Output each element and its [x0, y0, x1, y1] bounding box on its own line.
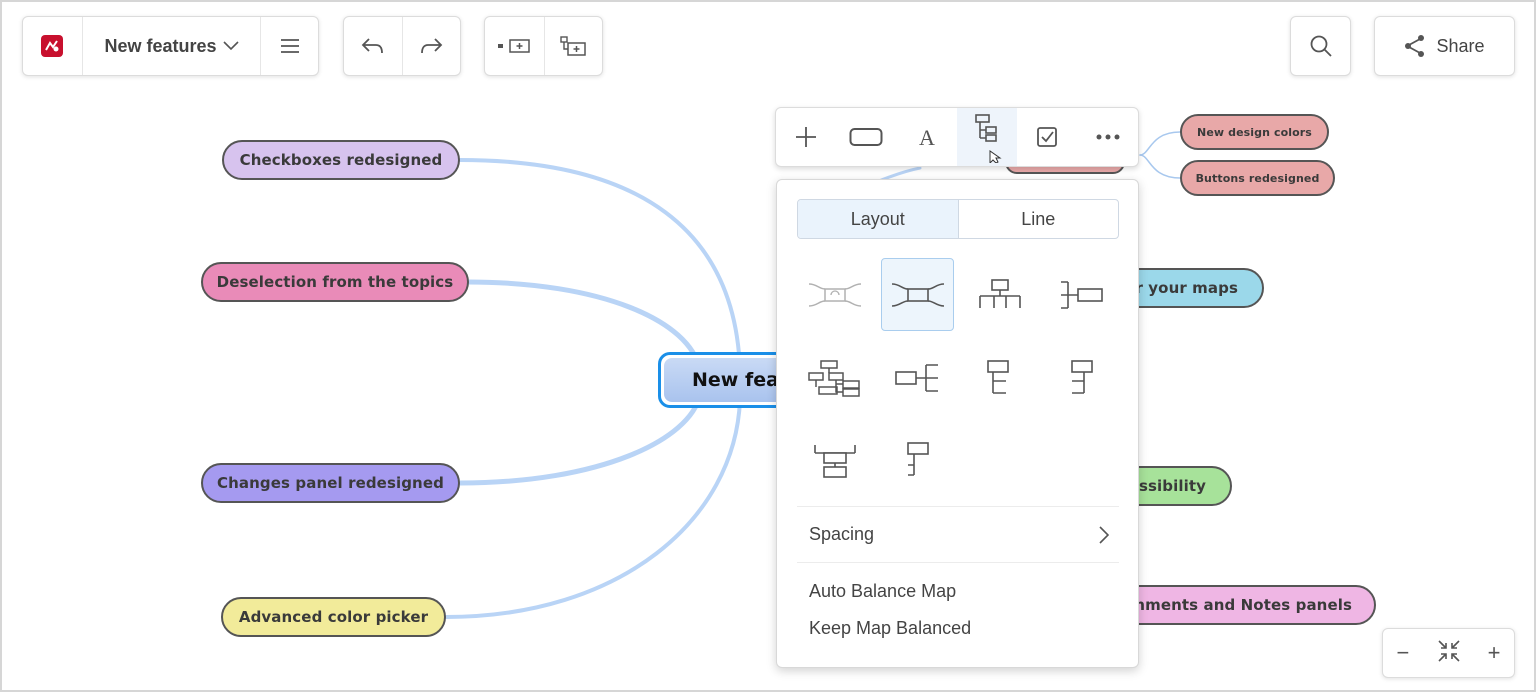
topic-shape-button[interactable]	[836, 108, 896, 166]
app-logo[interactable]	[23, 17, 83, 75]
document-title-dropdown[interactable]: New features	[83, 17, 262, 75]
hamburger-menu-icon	[280, 39, 299, 53]
svg-text:A: A	[919, 126, 935, 148]
add-subtopic-icon	[560, 36, 586, 56]
more-icon	[1096, 134, 1120, 140]
document-title: New features	[104, 35, 217, 56]
mindmap-layout-icon	[891, 282, 944, 307]
layout-option-auto[interactable]	[798, 258, 871, 331]
add-topic-icon	[498, 39, 530, 53]
layout-panel: Layout Line Spacing Auto Balance Map Kee…	[776, 179, 1139, 668]
topic-changes-panel[interactable]: Changes panel redesigned	[201, 463, 460, 503]
chevron-down-icon	[222, 41, 239, 51]
topic-comments-notes[interactable]: omments and Notes panels	[1100, 585, 1376, 625]
search-button[interactable]	[1290, 16, 1351, 76]
left-right-tree-layout-icon	[894, 363, 938, 392]
fit-to-screen-icon	[1437, 639, 1460, 662]
auto-layout-icon	[808, 282, 861, 307]
layout-option-tree-down[interactable]	[963, 341, 1036, 414]
spacing-label: Spacing	[809, 524, 875, 544]
keep-map-balanced-item[interactable]: Keep Map Balanced	[809, 618, 971, 639]
outline-layout-icon	[906, 441, 929, 476]
zoom-in-button[interactable]: +	[1488, 640, 1501, 666]
mindmap-app-logo-icon	[41, 35, 64, 57]
chevron-right-icon	[1099, 525, 1109, 544]
layout-option-timeline[interactable]	[798, 423, 871, 496]
text-style-icon: A	[919, 126, 935, 148]
layout-option-org-chart[interactable]	[963, 258, 1036, 331]
layout-option-right-tree[interactable]	[1045, 258, 1118, 331]
timeline-layout-icon	[813, 444, 856, 478]
redo-icon	[421, 38, 443, 54]
topic-label: Changes panel redesigned	[217, 474, 444, 492]
topic-floating-toolbar: A	[775, 107, 1139, 167]
topic-label: omments and Notes panels	[1118, 596, 1352, 614]
topic-label: Checkboxes redesigned	[239, 151, 443, 169]
layout-option-left-tree[interactable]	[881, 341, 954, 414]
add-topic-button[interactable]	[485, 17, 545, 75]
add-subtopic-button[interactable]	[545, 17, 603, 75]
search-icon	[1310, 35, 1332, 57]
org-chart-layout-icon	[978, 278, 1021, 308]
share-icon	[1405, 35, 1425, 57]
topic-shape-icon	[849, 128, 883, 146]
topic-label: Advanced color picker	[238, 608, 429, 626]
redo-button[interactable]	[403, 17, 461, 75]
text-style-button[interactable]: A	[897, 108, 957, 166]
layout-option-logic-chart[interactable]	[798, 341, 871, 414]
divider	[797, 506, 1119, 507]
topic-buttons-redesigned[interactable]: Buttons redesigned	[1180, 160, 1335, 196]
add-button[interactable]	[776, 108, 836, 166]
more-button[interactable]	[1078, 108, 1138, 166]
tab-line[interactable]: Line	[959, 200, 1119, 238]
checkbox-button[interactable]	[1017, 108, 1077, 166]
undo-button[interactable]	[344, 17, 403, 75]
menu-button[interactable]	[261, 17, 318, 75]
topic-label: or your maps	[1125, 279, 1238, 297]
logic-chart-layout-icon	[807, 359, 860, 397]
tree-down-layout-icon	[986, 359, 1009, 394]
auto-balance-map-item[interactable]: Auto Balance Map	[809, 581, 956, 602]
central-topic-label: New feat	[692, 369, 789, 391]
share-label: Share	[1436, 35, 1485, 56]
layout-option-outline[interactable]	[881, 423, 954, 496]
spacing-menu-item[interactable]: Spacing	[809, 524, 1109, 545]
topic-checkboxes-redesigned[interactable]: Checkboxes redesigned	[222, 140, 460, 180]
tab-layout[interactable]: Layout	[798, 200, 959, 238]
topic-label: essibility	[1128, 477, 1206, 495]
topic-label: Buttons redesigned	[1195, 171, 1320, 185]
divider	[797, 562, 1119, 563]
tree-left-layout-icon	[1070, 359, 1093, 394]
document-toolbar: New features	[22, 16, 319, 76]
topic-deselection[interactable]: Deselection from the topics	[201, 262, 469, 302]
zoom-out-button[interactable]: −	[1397, 640, 1410, 666]
layout-icon	[975, 114, 1002, 163]
layout-button[interactable]	[956, 108, 1018, 166]
layout-line-tabs: Layout Line	[797, 199, 1119, 239]
topic-new-design-colors[interactable]: New design colors	[1180, 114, 1329, 150]
checkbox-icon	[1037, 127, 1058, 147]
fit-map-button[interactable]	[1437, 639, 1461, 668]
undo-icon	[361, 38, 383, 54]
layout-option-tree-left[interactable]	[1045, 341, 1118, 414]
add-icon	[796, 127, 817, 147]
insert-toolbar	[484, 16, 603, 76]
history-toolbar	[343, 16, 461, 76]
search-cell	[1291, 17, 1350, 75]
topic-label: Deselection from the topics	[216, 273, 454, 291]
zoom-controls: − +	[1382, 628, 1515, 678]
topic-label: New design colors	[1197, 125, 1312, 139]
topic-color-picker[interactable]: Advanced color picker	[221, 597, 446, 637]
right-tree-layout-icon	[1060, 280, 1103, 309]
layout-option-mindmap[interactable]	[881, 258, 954, 331]
share-button[interactable]: Share	[1374, 16, 1515, 76]
